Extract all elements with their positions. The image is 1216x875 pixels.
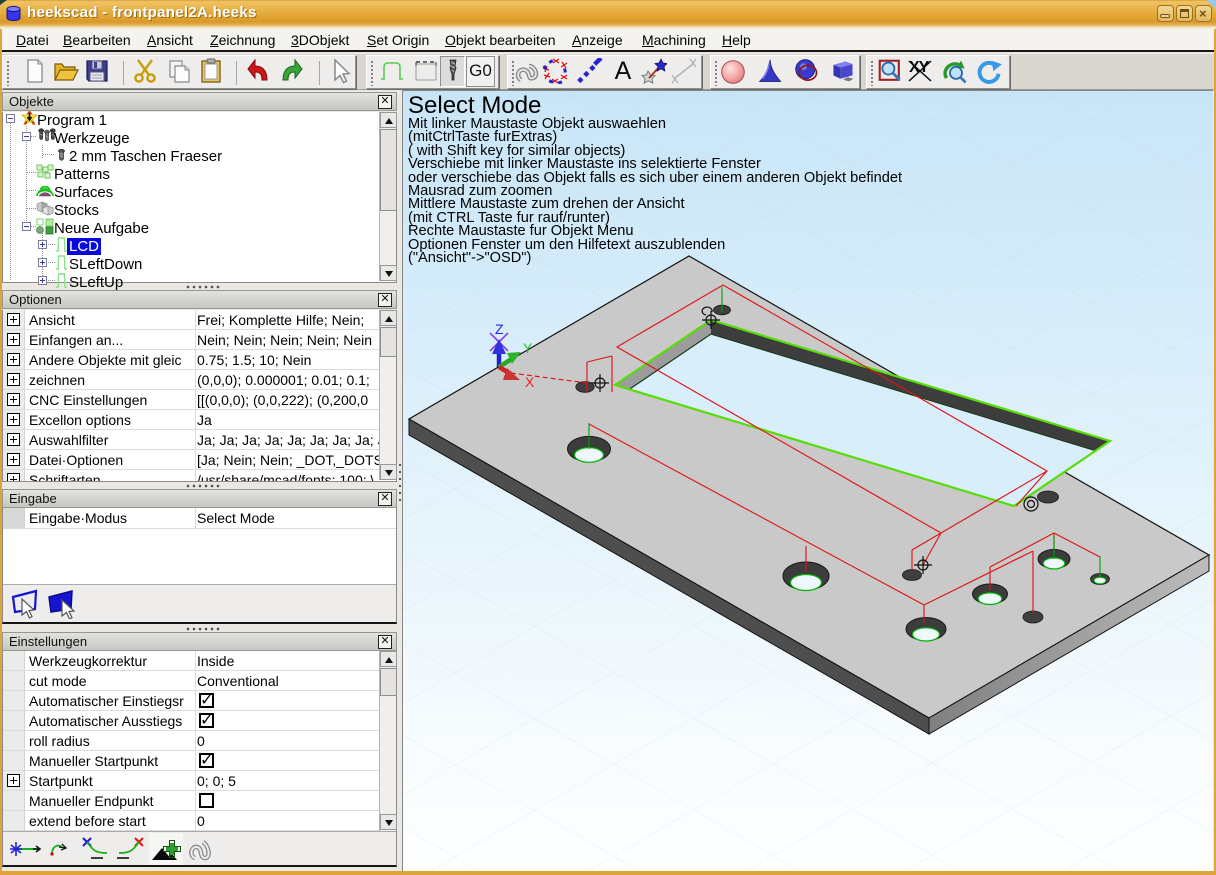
svg-text:X: X: [525, 374, 535, 390]
svg-text:Z: Z: [495, 321, 504, 337]
svg-text:Y: Y: [523, 340, 533, 356]
